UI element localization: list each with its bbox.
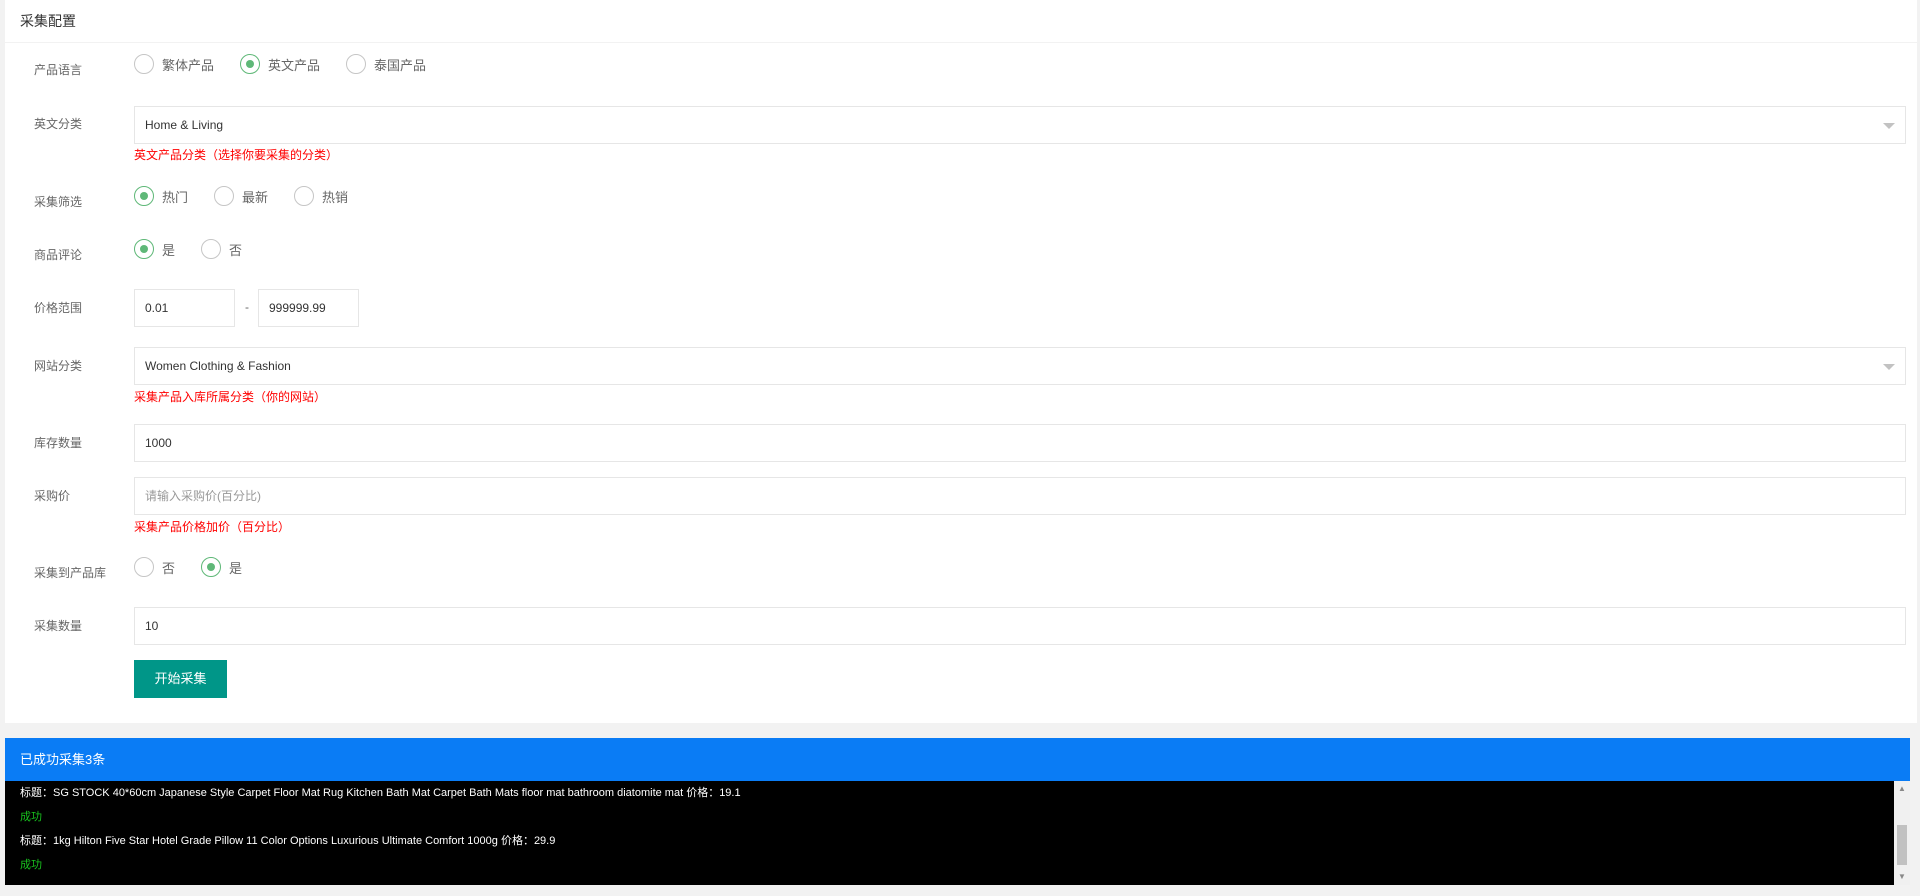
purchase-price-input[interactable]	[134, 477, 1906, 515]
purchase-price-hint: 采集产品价格加价（百分比）	[134, 520, 291, 534]
radio-circle-icon	[134, 557, 154, 577]
scrollbar-thumb[interactable]	[1897, 825, 1907, 865]
radio-checked-icon	[201, 557, 222, 577]
log-line: 标题：1kg Hilton Five Star Hotel Grade Pill…	[20, 835, 556, 847]
en-category-hint: 英文产品分类（选择你要采集的分类）	[134, 148, 339, 162]
start-collect-button[interactable]: 开始采集	[134, 660, 227, 698]
radio-circle-icon	[346, 54, 367, 74]
scroll-down-icon[interactable]: ▼	[1894, 869, 1910, 885]
radio-library-no[interactable]: 否	[134, 557, 175, 577]
language-label: 产品语言	[34, 63, 83, 77]
log-console: 标题：SG STOCK 40*60cm Japanese Style Carpe…	[5, 781, 1894, 885]
radio-checked-icon	[134, 186, 154, 206]
site-category-select[interactable]: Women Clothing & Fashion	[134, 347, 1906, 385]
language-radio-group: 繁体产品 英文产品 泰国产品	[134, 54, 452, 74]
radio-english[interactable]: 英文产品	[240, 54, 320, 74]
stock-label: 库存数量	[34, 436, 83, 450]
radio-circle-icon	[201, 239, 222, 259]
log-line: 成功	[20, 859, 42, 871]
site-category-label: 网站分类	[34, 359, 83, 373]
radio-reviews-yes[interactable]: 是	[134, 239, 175, 259]
price-range-separator: -	[245, 300, 249, 314]
panel-title: 采集配置	[5, 0, 1917, 43]
site-category-hint: 采集产品入库所属分类（你的网站）	[134, 390, 327, 404]
radio-traditional-chinese[interactable]: 繁体产品	[134, 54, 214, 74]
radio-circle-icon	[214, 186, 235, 206]
radio-checked-icon	[240, 54, 261, 74]
to-library-radio-group: 否 是	[134, 557, 268, 577]
radio-circle-icon	[134, 54, 154, 74]
to-library-label: 采集到产品库	[34, 566, 107, 580]
radio-checked-icon	[134, 239, 154, 259]
radio-library-yes[interactable]: 是	[201, 557, 242, 577]
reviews-label: 商品评论	[34, 248, 83, 262]
site-category-value: Women Clothing & Fashion	[145, 359, 291, 373]
price-min-input[interactable]	[134, 289, 235, 327]
log-title: 已成功采集3条	[5, 738, 1910, 781]
price-max-input[interactable]	[258, 289, 359, 327]
collection-config-panel: 采集配置 产品语言 繁体产品 英文产品 泰国产品 英文分类 Home & Liv…	[5, 0, 1917, 723]
log-panel: 已成功采集3条 标题：SG STOCK 40*60cm Japanese Sty…	[5, 738, 1910, 896]
log-scrollbar[interactable]: ▲ ▼	[1894, 781, 1910, 885]
log-line: 标题：SG STOCK 40*60cm Japanese Style Carpe…	[20, 787, 741, 799]
en-category-label: 英文分类	[34, 117, 83, 131]
filter-radio-group: 热门 最新 热销	[134, 186, 374, 206]
count-label: 采集数量	[34, 619, 83, 633]
reviews-radio-group: 是 否	[134, 239, 268, 259]
scroll-up-icon[interactable]: ▲	[1894, 781, 1910, 797]
radio-circle-icon	[294, 186, 315, 206]
en-category-select[interactable]: Home & Living	[134, 106, 1906, 144]
filter-label: 采集筛选	[34, 195, 83, 209]
price-range-label: 价格范围	[34, 301, 83, 315]
radio-best-selling[interactable]: 热销	[294, 186, 348, 206]
radio-newest[interactable]: 最新	[214, 186, 268, 206]
log-line: 成功	[20, 811, 42, 823]
chevron-down-icon	[1883, 123, 1895, 129]
radio-thai[interactable]: 泰国产品	[346, 54, 426, 74]
en-category-value: Home & Living	[145, 118, 224, 132]
radio-hot[interactable]: 热门	[134, 186, 188, 206]
count-input[interactable]	[134, 607, 1906, 645]
stock-input[interactable]	[134, 424, 1906, 462]
chevron-down-icon	[1883, 364, 1895, 370]
purchase-price-label: 采购价	[34, 489, 71, 503]
radio-reviews-no[interactable]: 否	[201, 239, 242, 259]
